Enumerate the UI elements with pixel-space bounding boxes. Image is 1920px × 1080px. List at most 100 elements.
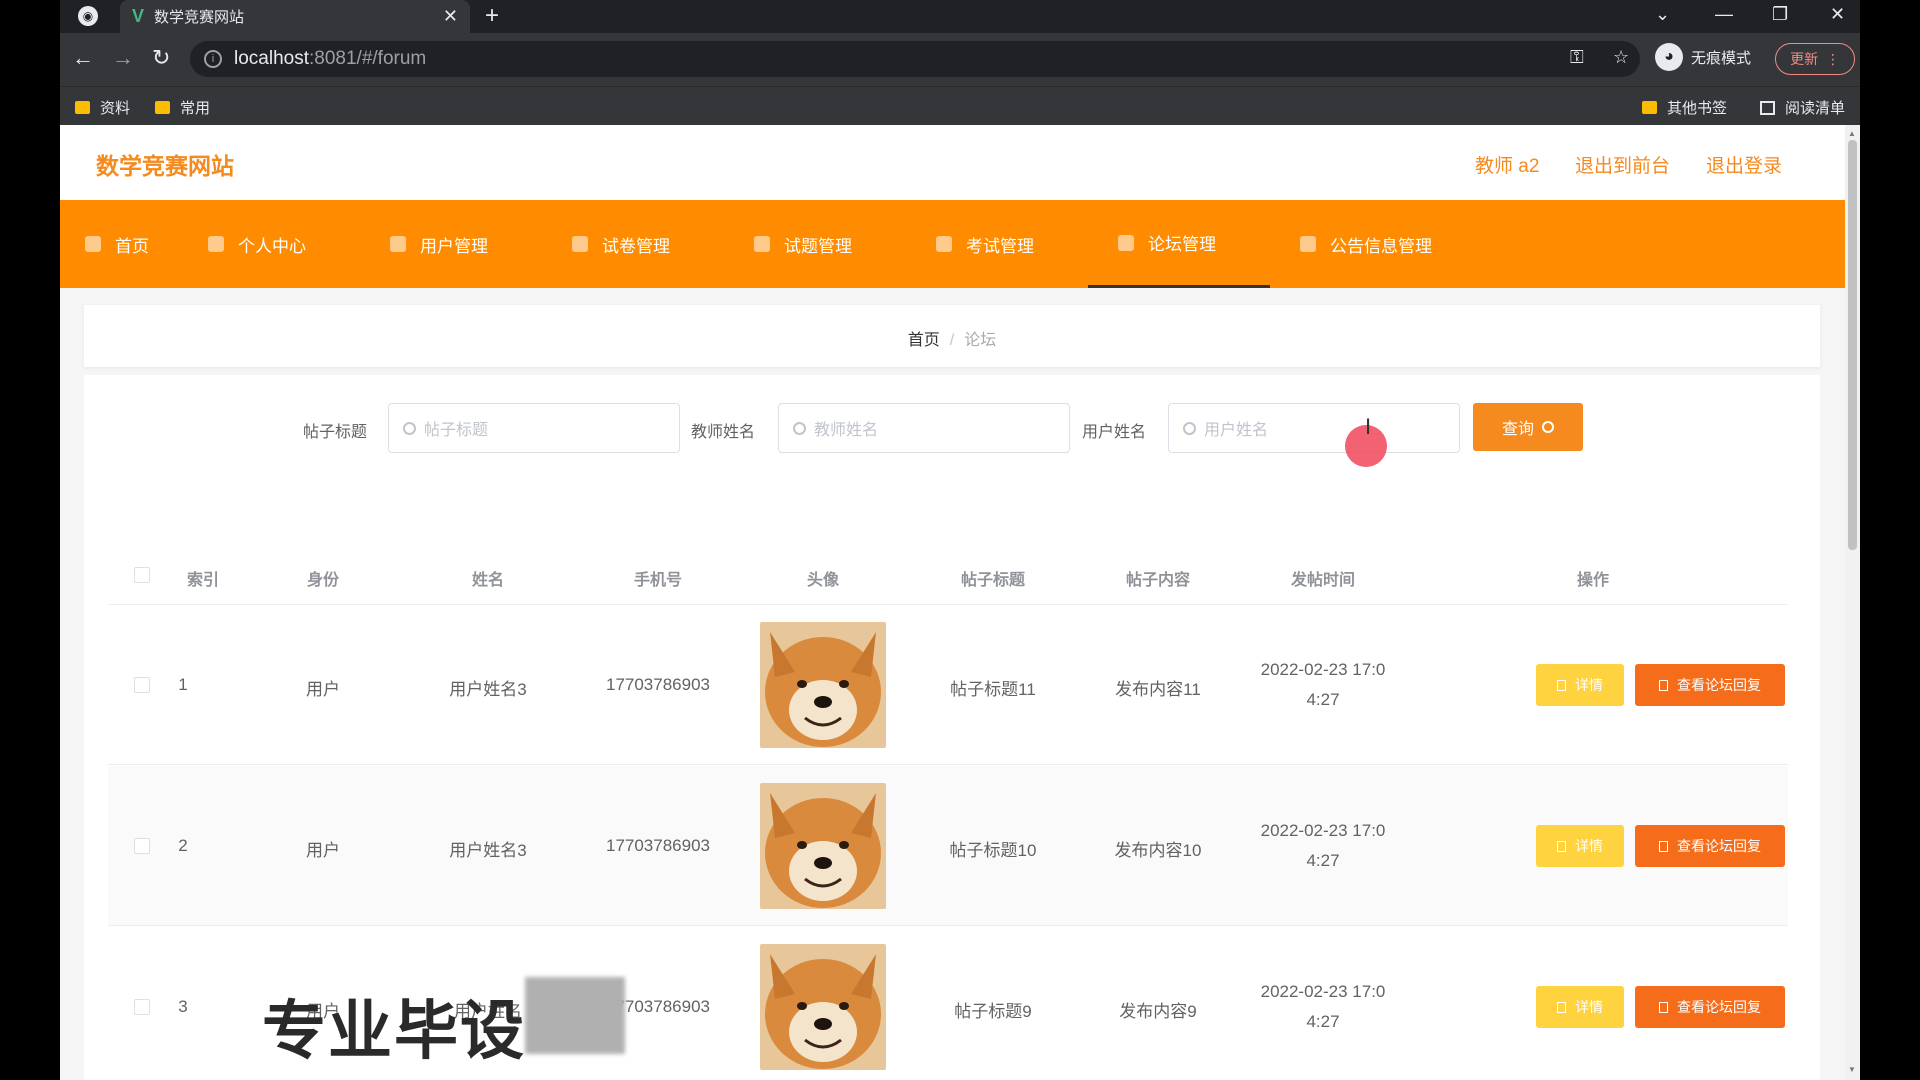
breadcrumb-home[interactable]: 首页 [908, 332, 940, 349]
col-phone: 手机号 [633, 572, 682, 589]
breadcrumb-container: 首页 / 论坛 [84, 305, 1820, 367]
close-tab-icon[interactable]: ✕ [443, 6, 458, 27]
search-icon [793, 421, 806, 435]
scroll-down-icon[interactable]: ▼ [1848, 1065, 1856, 1074]
cell-name: 用户姓名3 [449, 841, 527, 860]
close-window-icon[interactable]: ✕ [1830, 4, 1845, 25]
browser-menu-icon[interactable]: ◉ [78, 6, 98, 26]
view-replies-button[interactable]: 查看论坛回复 [1635, 986, 1785, 1028]
detail-button[interactable]: 详情 [1536, 664, 1624, 706]
nav-item-home[interactable]: 首页 [85, 200, 149, 288]
document-icon [1557, 679, 1566, 691]
web-page: 数学竞赛网站 教师 a2 退出到前台 退出登录 首页 个人中心 用户管理 试卷管… [60, 125, 1845, 1080]
exam-icon [936, 236, 952, 252]
breadcrumb-current: 论坛 [964, 332, 997, 349]
bookmark-folder-2[interactable]: 常用 [155, 97, 210, 118]
cell-index: 1 [178, 675, 188, 694]
reload-icon[interactable]: ↻ [152, 45, 170, 71]
cell-role: 用户 [306, 680, 340, 699]
row-checkbox[interactable] [134, 677, 150, 693]
cell-time-line1: 2022-02-23 17:0 [1260, 821, 1386, 840]
col-name: 姓名 [471, 572, 504, 589]
reply-label: 查看论坛回复 [1677, 999, 1761, 1015]
nav-item-users[interactable]: 用户管理 [390, 200, 488, 288]
cell-title: 帖子标题11 [950, 680, 1036, 699]
new-tab-icon[interactable]: + [485, 2, 499, 30]
cell-time-line2: 4:27 [1306, 851, 1340, 870]
forum-icon [1118, 234, 1134, 251]
user-search-label: 用户姓名 [1082, 424, 1147, 441]
breadcrumb-separator: / [949, 332, 955, 349]
query-button[interactable]: 查询 [1473, 403, 1583, 451]
select-all-checkbox[interactable] [134, 567, 150, 583]
nav-item-profile[interactable]: 个人中心 [208, 200, 306, 288]
bookmark-label: 阅读清单 [1785, 100, 1846, 117]
teacher-search-label: 教师姓名 [691, 424, 756, 441]
nav-item-notices[interactable]: 公告信息管理 [1300, 200, 1432, 288]
current-user-label: 教师 a2 [1475, 156, 1540, 177]
address-bar[interactable]: i localhost:8081/#/forum [190, 41, 1640, 77]
forward-icon[interactable]: → [112, 45, 134, 71]
scrollbar-thumb[interactable] [1848, 140, 1857, 550]
logout-link[interactable]: 退出登录 [1706, 151, 1782, 178]
cell-time-line2: 4:27 [1306, 690, 1340, 709]
view-replies-button[interactable]: 查看论坛回复 [1635, 664, 1785, 706]
nav-label: 首页 [115, 236, 149, 256]
detail-label: 详情 [1575, 838, 1603, 854]
bookmark-star-icon[interactable]: ☆ [1613, 47, 1629, 68]
edit-icon [1659, 1001, 1668, 1013]
shiba-dog-image [760, 783, 886, 909]
restore-icon[interactable]: ❐ [1772, 4, 1788, 25]
reading-list[interactable]: 阅读清单 [1760, 97, 1845, 118]
cell-content: 发布内容11 [1115, 680, 1201, 699]
title-search-input[interactable]: 帖子标题 [388, 403, 680, 453]
tab-search-icon[interactable]: ⌄ [1655, 4, 1670, 25]
cell-time-line1: 2022-02-23 17:0 [1260, 660, 1386, 679]
col-role: 身份 [306, 572, 339, 589]
nav-item-exams[interactable]: 考试管理 [936, 200, 1034, 288]
vue-logo-icon: V [132, 6, 145, 26]
nav-label: 考试管理 [966, 236, 1034, 256]
update-button[interactable]: 更新 ⋮ [1775, 43, 1855, 75]
scroll-up-icon[interactable]: ▲ [1848, 129, 1856, 138]
bookmark-folder-1[interactable]: 资料 [75, 97, 130, 118]
row-checkbox[interactable] [134, 838, 150, 854]
cell-time-line2: 4:27 [1306, 1012, 1340, 1031]
view-replies-button[interactable]: 查看论坛回复 [1635, 825, 1785, 867]
row-checkbox[interactable] [134, 999, 150, 1015]
minimize-icon[interactable]: — [1715, 4, 1733, 25]
shiba-dog-image [760, 622, 886, 748]
cell-content: 发布内容9 [1119, 1002, 1197, 1021]
detail-button[interactable]: 详情 [1536, 986, 1624, 1028]
nav-item-papers[interactable]: 试卷管理 [572, 200, 670, 288]
avatar [760, 944, 886, 1070]
teacher-search-input[interactable]: 教师姓名 [778, 403, 1070, 453]
placeholder: 帖子标题 [424, 422, 489, 439]
text-cursor-icon: I [1365, 414, 1372, 439]
nav-item-questions[interactable]: 试题管理 [754, 200, 852, 288]
site-info-icon[interactable]: i [204, 50, 222, 68]
browser-tab[interactable]: V 数学竞赛网站 ✕ [120, 0, 470, 33]
other-bookmarks[interactable]: 其他书签 [1642, 97, 1727, 118]
user-search-input[interactable]: 用户姓名 [1168, 403, 1460, 453]
incognito-indicator[interactable]: ◕ 无痕模式 [1655, 43, 1751, 71]
table-row: 2 用户 用户姓名3 17703786903 帖子标题10 发布内容10 202… [108, 766, 1788, 926]
edit-icon [1659, 679, 1668, 691]
nav-item-forum[interactable]: 论坛管理 [1088, 200, 1270, 288]
placeholder: 用户姓名 [1204, 422, 1269, 439]
browser-toolbar: ← → ↻ i localhost:8081/#/forum ⚿ ☆ ◕ 无痕模… [60, 33, 1860, 86]
cell-title: 帖子标题9 [954, 1002, 1032, 1021]
paper-icon [572, 236, 588, 252]
cell-phone: 17703786903 [605, 836, 710, 855]
detail-button[interactable]: 详情 [1536, 825, 1624, 867]
page-scrollbar[interactable]: ▲ ▼ [1845, 125, 1860, 1080]
cell-title: 帖子标题10 [949, 841, 1037, 860]
col-title: 帖子标题 [960, 572, 1025, 589]
exit-to-front-link[interactable]: 退出到前台 [1575, 151, 1670, 178]
bookmarks-bar: 资料 常用 其他书签 阅读清单 [60, 86, 1860, 125]
document-icon [1557, 840, 1566, 852]
back-icon[interactable]: ← [72, 45, 94, 71]
detail-label: 详情 [1575, 999, 1603, 1015]
title-search-label: 帖子标题 [303, 424, 368, 441]
key-icon[interactable]: ⚿ [1570, 47, 1584, 68]
